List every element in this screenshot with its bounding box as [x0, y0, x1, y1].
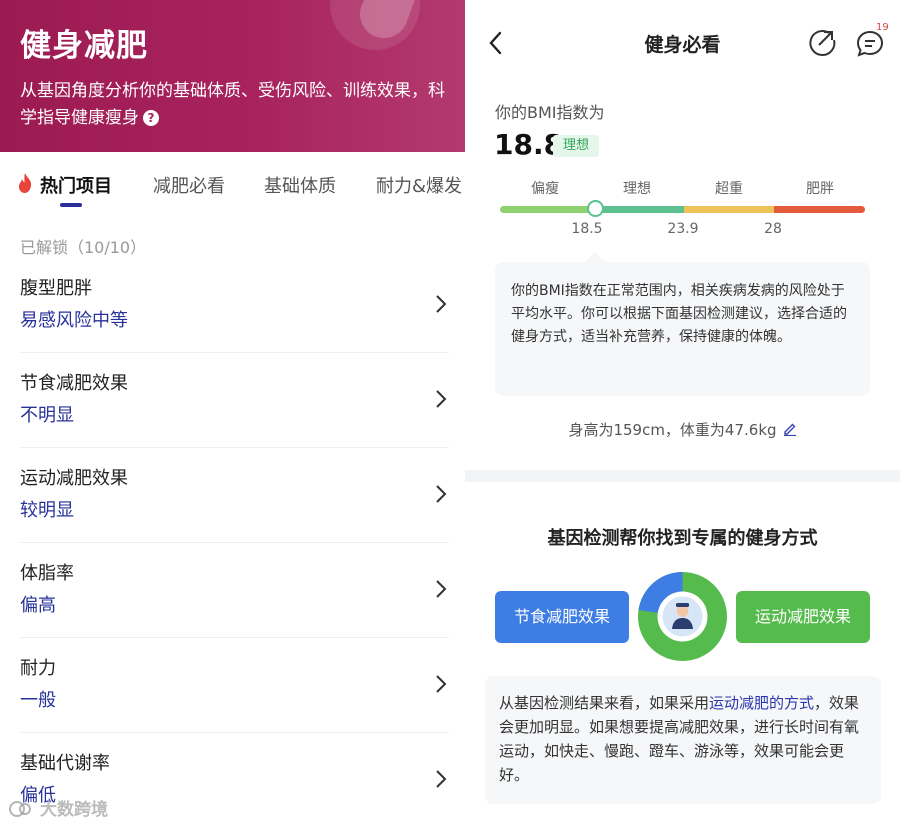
result-prefix: 从基因检测结果来看，如果采用 — [499, 694, 710, 712]
chevron-right-icon — [436, 390, 447, 408]
item-value: 较明显 — [20, 500, 74, 521]
share-icon[interactable] — [807, 27, 837, 57]
result-highlight: 运动减肥的方式 — [709, 694, 815, 712]
result-box: 从基因检测结果来看，如果采用运动减肥的方式，效果会更加明显。如果想要提高减肥效果… — [485, 676, 881, 804]
page-title: 健身减肥 — [20, 28, 148, 64]
list-item[interactable]: 节食减肥效果 不明显 — [0, 353, 465, 448]
chevron-right-icon — [436, 295, 447, 313]
bmi-label: 你的BMI指数为 — [495, 103, 605, 122]
zone-label-ideal: 理想 — [623, 181, 651, 197]
section-divider — [465, 470, 900, 482]
chevron-right-icon — [436, 770, 447, 788]
list-item[interactable]: 体脂率 偏高 — [0, 543, 465, 638]
tab-weight-loss[interactable]: 减肥必看 — [153, 172, 225, 198]
height-weight-row[interactable]: 身高为159cm，体重为47.6kg — [465, 419, 900, 440]
bmi-bar-underweight — [500, 206, 591, 213]
threshold-label: 23.9 — [667, 221, 699, 237]
zone-label-obese: 肥胖 — [806, 181, 834, 197]
list-item[interactable]: 运动减肥效果 较明显 — [0, 448, 465, 543]
bmi-bar-obese — [774, 206, 865, 213]
tab-hot[interactable]: 热门项目 — [40, 172, 112, 198]
gene-section-title: 基因检测帮你找到专属的健身方式 — [547, 528, 818, 549]
fire-icon — [18, 173, 32, 193]
bmi-marker — [587, 200, 604, 217]
item-name: 运动减肥效果 — [20, 468, 128, 489]
active-tab-indicator — [60, 203, 82, 207]
height-weight-text: 身高为159cm，体重为47.6kg — [568, 421, 777, 439]
avatar-cap — [676, 603, 689, 607]
list-item[interactable]: 腹型肥胖 易感风险中等 — [0, 258, 465, 353]
item-name: 腹型肥胖 — [20, 278, 92, 299]
edit-pencil-icon[interactable] — [783, 422, 797, 436]
left-panel: 健身减肥 从基因角度分析你的基础体质、受伤风险、训练效果，科学指导健康瘦身? 热… — [0, 0, 465, 823]
watermark: 大数跨境 — [8, 795, 108, 820]
unlocked-count: 已解锁（10/10） — [20, 238, 147, 257]
sport-effect-button[interactable]: 运动减肥效果 — [736, 591, 870, 643]
diet-effect-button[interactable]: 节食减肥效果 — [495, 591, 629, 643]
bmi-note: 你的BMI指数在正常范围内，相关疾病发病的风险处于平均水平。你可以根据下面基因检… — [511, 283, 847, 345]
zone-label-underweight: 偏瘦 — [531, 181, 559, 197]
item-name: 耐力 — [20, 658, 56, 679]
item-value: 不明显 — [20, 405, 74, 426]
tab-basic-constitution[interactable]: 基础体质 — [264, 172, 336, 198]
item-name: 节食减肥效果 — [20, 373, 128, 394]
threshold-label: 28 — [764, 221, 782, 237]
item-value: 偏高 — [20, 595, 56, 616]
chevron-right-icon — [436, 675, 447, 693]
item-name: 基础代谢率 — [20, 753, 110, 774]
chevron-right-icon — [436, 485, 447, 503]
chevron-right-icon — [436, 580, 447, 598]
right-panel: 健身必看 19 你的BMI指数为 18.8 理想 偏瘦 理想 超重 肥胖 18.… — [465, 0, 900, 823]
bmi-bar-ideal — [591, 206, 684, 213]
zone-label-overweight: 超重 — [715, 181, 743, 197]
watermark-logo-icon — [9, 801, 31, 817]
tab-endurance[interactable]: 耐力&爆发 — [376, 172, 462, 198]
notification-badge: 19 — [876, 22, 889, 33]
bmi-bar-overweight — [684, 206, 774, 213]
threshold-label: 18.5 — [571, 221, 603, 237]
message-icon[interactable] — [855, 29, 885, 59]
result-text: 从基因检测结果来看，如果采用运动减肥的方式，效果会更加明显。如果想要提高减肥效果… — [499, 691, 871, 787]
help-icon[interactable]: ? — [143, 110, 159, 126]
hero-banner: 健身减肥 从基因角度分析你的基础体质、受伤风险、训练效果，科学指导健康瘦身? — [0, 0, 465, 152]
watermark-text: 大数跨境 — [40, 800, 108, 820]
item-value: 一般 — [20, 690, 56, 711]
category-tabs: 热门项目 减肥必看 基础体质 耐力&爆发 — [0, 152, 465, 214]
page-description: 从基因角度分析你的基础体质、受伤风险、训练效果，科学指导健康瘦身? — [20, 78, 445, 132]
item-name: 体脂率 — [20, 563, 74, 584]
item-value: 易感风险中等 — [20, 310, 128, 331]
bmi-note-box: 你的BMI指数在正常范围内，相关疾病发病的风险处于平均水平。你可以根据下面基因检… — [495, 262, 870, 396]
list-item[interactable]: 耐力 一般 — [0, 638, 465, 733]
description-text: 从基因角度分析你的基础体质、受伤风险、训练效果，科学指导健康瘦身 — [20, 81, 445, 128]
bmi-status-badge: 理想 — [553, 135, 599, 157]
bubble-pointer — [585, 252, 605, 262]
gene-donut-chart — [638, 572, 727, 661]
